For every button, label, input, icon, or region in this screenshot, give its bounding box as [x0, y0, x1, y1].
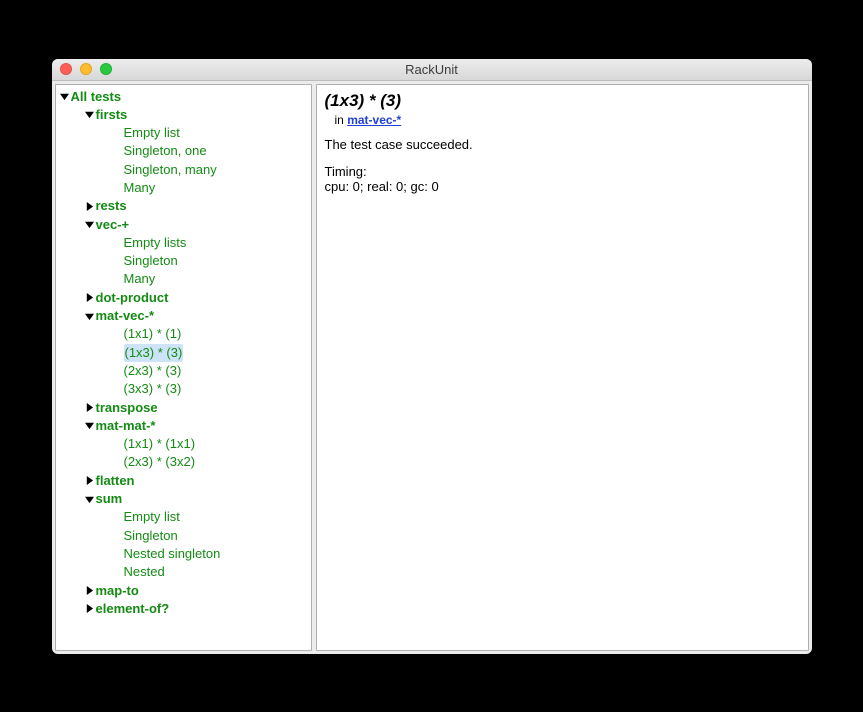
tree-item-label: vec-+ [96, 216, 130, 234]
tree-item[interactable]: Nested [58, 563, 309, 581]
tree-item[interactable]: Singleton [58, 252, 309, 270]
tree-item[interactable]: (2x3) * (3x2) [58, 453, 309, 471]
tree-item-label: transpose [96, 399, 158, 417]
tree-item[interactable]: (2x3) * (3) [58, 362, 309, 380]
disclosure-closed-icon[interactable] [85, 604, 95, 614]
tree-item[interactable]: map-to [58, 582, 309, 600]
tree-item-label: Nested [124, 563, 165, 581]
tree-item[interactable]: Singleton [58, 527, 309, 545]
tree-item-label: Singleton [124, 527, 178, 545]
disclosure-closed-icon[interactable] [85, 403, 95, 413]
tree-item-label: element-of? [96, 600, 170, 618]
tree-item-label: (2x3) * (3) [124, 362, 182, 380]
tree-item-label: All tests [71, 88, 122, 106]
tree-item-label: Singleton, one [124, 142, 207, 160]
tree-item-label: firsts [96, 106, 128, 124]
tree-item-label: Empty list [124, 508, 180, 526]
content-area: All testsfirstsEmpty listSingleton, oneS… [52, 81, 812, 654]
tree-item[interactable]: Empty list [58, 508, 309, 526]
tree-item[interactable]: rests [58, 197, 309, 215]
disclosure-closed-icon[interactable] [85, 201, 95, 211]
disclosure-open-icon[interactable] [85, 494, 95, 504]
tree-item-label: Empty lists [124, 234, 187, 252]
detail-pane: (1x3) * (3) in mat-vec-* The test case s… [316, 84, 809, 651]
tree-item[interactable]: Empty list [58, 124, 309, 142]
disclosure-open-icon[interactable] [85, 110, 95, 120]
disclosure-closed-icon[interactable] [85, 293, 95, 303]
tree-item-label: Singleton [124, 252, 178, 270]
tree-item[interactable]: Singleton, many [58, 161, 309, 179]
tree-item-label: (1x3) * (3) [124, 344, 184, 362]
minimize-icon[interactable] [80, 63, 92, 75]
result-message: The test case succeeded. [325, 137, 800, 152]
titlebar: RackUnit [52, 59, 812, 81]
tree-item[interactable]: flatten [58, 472, 309, 490]
tree-item-label: (1x1) * (1x1) [124, 435, 196, 453]
window-title: RackUnit [52, 62, 812, 77]
app-window: RackUnit All testsfirstsEmpty listSingle… [52, 59, 812, 654]
tree-item[interactable]: (1x3) * (3) [58, 344, 309, 362]
tree-item[interactable]: vec-+ [58, 216, 309, 234]
tree-item-label: sum [96, 490, 123, 508]
tree-item[interactable]: Nested singleton [58, 545, 309, 563]
tree-item-label: (2x3) * (3x2) [124, 453, 196, 471]
tree-item[interactable]: (1x1) * (1) [58, 325, 309, 343]
disclosure-open-icon[interactable] [85, 421, 95, 431]
tree-item[interactable]: mat-mat-* [58, 417, 309, 435]
tree-item-label: Many [124, 270, 156, 288]
tree-item[interactable]: All tests [58, 88, 309, 106]
disclosure-open-icon[interactable] [85, 220, 95, 230]
tree-item[interactable]: (3x3) * (3) [58, 380, 309, 398]
tree-item[interactable]: dot-product [58, 289, 309, 307]
disclosure-closed-icon[interactable] [85, 586, 95, 596]
detail-title: (1x3) * (3) [325, 91, 800, 111]
close-icon[interactable] [60, 63, 72, 75]
tree-item-label: map-to [96, 582, 139, 600]
timing-value: cpu: 0; real: 0; gc: 0 [325, 179, 800, 194]
tree-item-label: Nested singleton [124, 545, 221, 563]
tree-item[interactable]: Many [58, 270, 309, 288]
window-controls [52, 63, 112, 75]
disclosure-open-icon[interactable] [60, 92, 70, 102]
zoom-icon[interactable] [100, 63, 112, 75]
tree-item[interactable]: (1x1) * (1x1) [58, 435, 309, 453]
tree-item-label: (1x1) * (1) [124, 325, 182, 343]
tree-item-label: flatten [96, 472, 135, 490]
tree-item-label: Many [124, 179, 156, 197]
timing-label: Timing: [325, 164, 800, 179]
tree-item-label: mat-mat-* [96, 417, 156, 435]
test-tree: All testsfirstsEmpty listSingleton, oneS… [58, 88, 309, 619]
test-tree-pane[interactable]: All testsfirstsEmpty listSingleton, oneS… [55, 84, 312, 651]
in-prefix: in [335, 113, 348, 127]
tree-item-label: mat-vec-* [96, 307, 155, 325]
tree-item-label: dot-product [96, 289, 169, 307]
tree-item-label: Singleton, many [124, 161, 217, 179]
suite-link[interactable]: mat-vec-* [347, 113, 401, 127]
tree-item[interactable]: transpose [58, 399, 309, 417]
tree-item[interactable]: firsts [58, 106, 309, 124]
tree-item-label: Empty list [124, 124, 180, 142]
detail-location: in mat-vec-* [335, 113, 800, 127]
disclosure-open-icon[interactable] [85, 311, 95, 321]
disclosure-closed-icon[interactable] [85, 476, 95, 486]
tree-item[interactable]: mat-vec-* [58, 307, 309, 325]
tree-item[interactable]: sum [58, 490, 309, 508]
tree-item[interactable]: Empty lists [58, 234, 309, 252]
tree-item[interactable]: Singleton, one [58, 142, 309, 160]
tree-item[interactable]: Many [58, 179, 309, 197]
tree-item[interactable]: element-of? [58, 600, 309, 618]
tree-item-label: rests [96, 197, 127, 215]
tree-item-label: (3x3) * (3) [124, 380, 182, 398]
